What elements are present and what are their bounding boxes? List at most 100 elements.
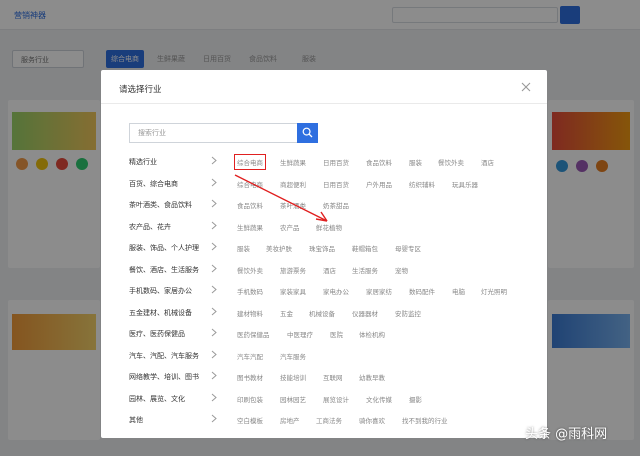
industry-row: 餐饮、酒店、生活服务 餐饮外卖 旅游票务 酒店 生活服务 宠物 <box>101 259 547 281</box>
industry-category[interactable]: 汽车、汽配、汽车服务 <box>129 351 199 361</box>
close-icon[interactable] <box>519 80 533 94</box>
industry-option[interactable]: 手机数码 <box>237 286 263 296</box>
industry-option[interactable]: 日用百货 <box>323 179 349 189</box>
industry-option[interactable]: 仪器器材 <box>352 308 378 318</box>
industry-option[interactable]: 中医理疗 <box>287 329 313 339</box>
industry-option[interactable]: 电脑 <box>452 286 465 296</box>
industry-option[interactable]: 综合电商 <box>237 179 263 189</box>
industry-option[interactable]: 印刷包装 <box>237 394 263 404</box>
industry-option[interactable]: 农产品 <box>280 222 300 232</box>
industry-option[interactable]: 餐饮外卖 <box>237 265 263 275</box>
industry-option[interactable]: 机械设备 <box>309 308 335 318</box>
industry-option[interactable]: 互联网 <box>323 372 343 382</box>
industry-option[interactable]: 园林园艺 <box>280 394 306 404</box>
industry-option[interactable]: 建材物料 <box>237 308 263 318</box>
industry-option[interactable]: 安防监控 <box>395 308 421 318</box>
industry-category[interactable]: 手机数码、家居办公 <box>129 286 192 296</box>
industry-option[interactable]: 体检机构 <box>359 329 385 339</box>
industry-row: 五金建材、机械设备 建材物料 五金 机械设备 仪器器材 安防监控 <box>101 302 547 324</box>
search-button[interactable] <box>297 123 318 143</box>
industry-option[interactable]: 技能培训 <box>280 372 306 382</box>
industry-option[interactable]: 户外用品 <box>366 179 392 189</box>
industry-option[interactable]: 灯光照明 <box>481 286 507 296</box>
search-icon <box>302 127 313 138</box>
chevron-right-icon[interactable] <box>211 156 217 165</box>
chevron-right-icon[interactable] <box>211 242 217 251</box>
chevron-right-icon[interactable] <box>211 414 217 423</box>
industry-option[interactable]: 摄影 <box>409 394 422 404</box>
industry-category[interactable]: 五金建材、机械设备 <box>129 308 192 318</box>
industry-option[interactable]: 工商法务 <box>316 415 342 425</box>
industry-category[interactable]: 农产品、花卉 <box>129 222 171 232</box>
industry-category[interactable]: 园林、展览、文化 <box>129 394 185 404</box>
industry-option[interactable]: 酒店 <box>323 265 336 275</box>
industry-option[interactable]: 食品饮料 <box>237 200 263 210</box>
industry-option[interactable]: 医药保健品 <box>237 329 270 339</box>
industry-row: 茶叶酒类、食品饮料 食品饮料 茶叶酒类 奶茶甜品 <box>101 194 547 216</box>
industry-option[interactable]: 找不到我的行业 <box>402 415 448 425</box>
industry-option[interactable]: 玩具乐器 <box>452 179 478 189</box>
industry-option[interactable]: 食品饮料 <box>366 157 392 167</box>
industry-option[interactable]: 生鲜蔬果 <box>280 157 306 167</box>
chevron-right-icon[interactable] <box>211 350 217 359</box>
industry-option[interactable]: 骑你喜欢 <box>359 415 385 425</box>
industry-option[interactable]: 房地产 <box>280 415 300 425</box>
industry-option[interactable]: 酒店 <box>481 157 494 167</box>
industry-option[interactable]: 奶茶甜品 <box>323 200 349 210</box>
chevron-right-icon[interactable] <box>211 328 217 337</box>
industry-option[interactable]: 数码配件 <box>409 286 435 296</box>
watermark: 头条 @雨科网 <box>525 427 608 442</box>
industry-option[interactable]: 美妆护肤 <box>266 243 292 253</box>
industry-option[interactable]: 服装 <box>237 243 250 253</box>
industry-row: 网络教学、培训、图书 图书教材 技能培训 互联网 幼教早教 <box>101 366 547 388</box>
chevron-right-icon[interactable] <box>211 264 217 273</box>
industry-category[interactable]: 精选行业 <box>129 157 157 167</box>
industry-option[interactable]: 幼教早教 <box>359 372 385 382</box>
industry-option[interactable]: 医院 <box>330 329 343 339</box>
industry-category[interactable]: 其他 <box>129 415 143 425</box>
chevron-right-icon[interactable] <box>211 221 217 230</box>
industry-option[interactable]: 生活服务 <box>352 265 378 275</box>
industry-category[interactable]: 医疗、医药保健品 <box>129 329 185 339</box>
industry-row: 手机数码、家居办公 手机数码 家装家具 家电办公 家居家纺 数码配件 电脑 灯光照明 <box>101 280 547 302</box>
chevron-right-icon[interactable] <box>211 393 217 402</box>
industry-option[interactable]: 餐饮外卖 <box>438 157 464 167</box>
industry-option[interactable]: 宠物 <box>395 265 408 275</box>
industry-option[interactable]: 空白模板 <box>237 415 263 425</box>
industry-option[interactable]: 生鲜蔬果 <box>237 222 263 232</box>
industry-option[interactable]: 鞋帽箱包 <box>352 243 378 253</box>
industry-row: 农产品、花卉 生鲜蔬果 农产品 鲜花植物 <box>101 216 547 238</box>
chevron-right-icon[interactable] <box>211 285 217 294</box>
industry-option[interactable]: 文化传媒 <box>366 394 392 404</box>
industry-category[interactable]: 茶叶酒类、食品饮料 <box>129 200 192 210</box>
industry-option[interactable]: 五金 <box>280 308 293 318</box>
industry-option[interactable]: 汽车服务 <box>280 351 306 361</box>
industry-option[interactable]: 展览设计 <box>323 394 349 404</box>
industry-option[interactable]: 综合电商 <box>234 154 266 170</box>
industry-option[interactable]: 家装家具 <box>280 286 306 296</box>
chevron-right-icon[interactable] <box>211 199 217 208</box>
industry-option[interactable]: 日用百货 <box>323 157 349 167</box>
industry-option[interactable]: 纺织辅料 <box>409 179 435 189</box>
industry-row: 精选行业 综合电商 生鲜蔬果 日用百货 食品饮料 服装 餐饮外卖 酒店 <box>101 151 547 173</box>
chevron-right-icon[interactable] <box>211 307 217 316</box>
industry-option[interactable]: 鲜花植物 <box>316 222 342 232</box>
industry-category[interactable]: 网络教学、培训、图书 <box>129 372 199 382</box>
industry-option[interactable]: 茶叶酒类 <box>280 200 306 210</box>
industry-option[interactable]: 母婴专区 <box>395 243 421 253</box>
chevron-right-icon[interactable] <box>211 371 217 380</box>
industry-option[interactable]: 商超便利 <box>280 179 306 189</box>
industry-option[interactable]: 汽车汽配 <box>237 351 263 361</box>
industry-category[interactable]: 服装、饰品、个人护理 <box>129 243 199 253</box>
industry-option[interactable]: 旅游票务 <box>280 265 306 275</box>
industry-option[interactable]: 图书教材 <box>237 372 263 382</box>
industry-option[interactable]: 家电办公 <box>323 286 349 296</box>
industry-category[interactable]: 百货、综合电商 <box>129 179 178 189</box>
industry-category[interactable]: 餐饮、酒店、生活服务 <box>129 265 199 275</box>
industry-search-input[interactable] <box>129 123 297 143</box>
industry-option[interactable]: 家居家纺 <box>366 286 392 296</box>
header-divider <box>101 103 547 104</box>
industry-option[interactable]: 服装 <box>409 157 422 167</box>
industry-option[interactable]: 珠宝饰品 <box>309 243 335 253</box>
chevron-right-icon[interactable] <box>211 178 217 187</box>
